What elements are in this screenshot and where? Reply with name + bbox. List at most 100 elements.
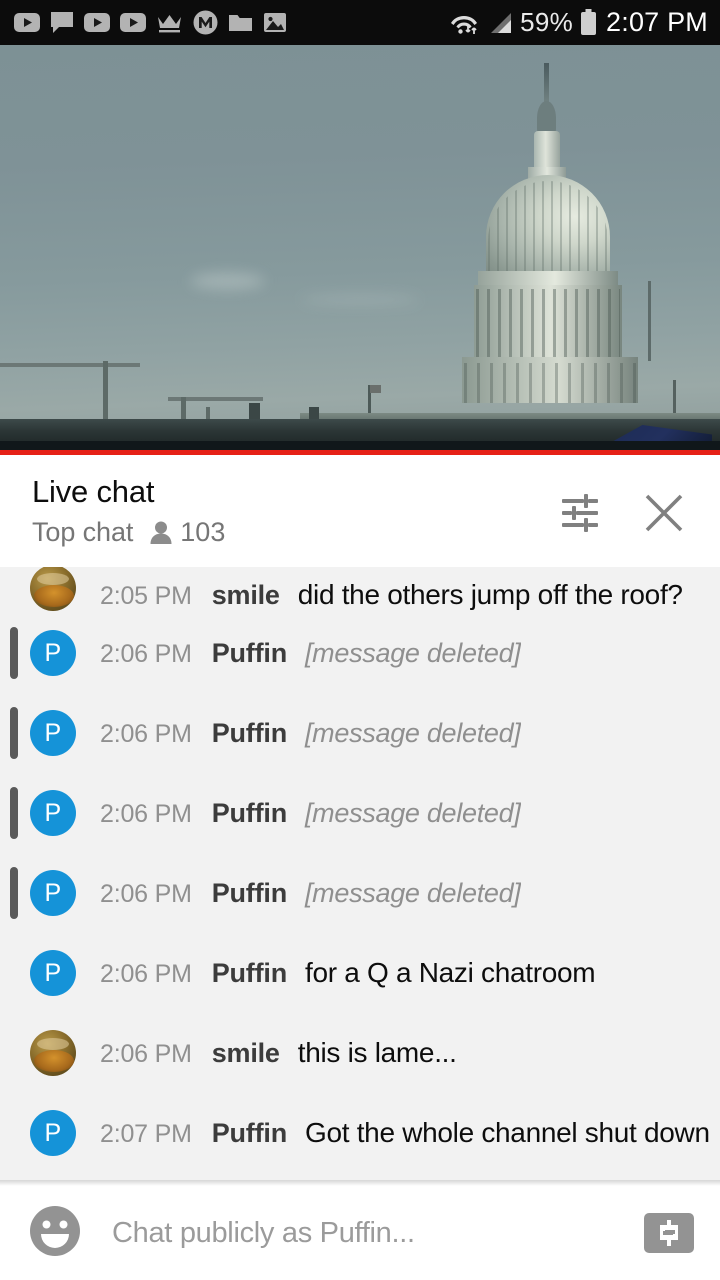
person-icon: [150, 521, 172, 544]
chat-message-body: 2:05 PM smile did the others jump off th…: [100, 579, 683, 611]
chat-message-body: 2:06 PM Puffin [message deleted]: [100, 798, 521, 829]
chat-message-body: 2:06 PM Puffin [message deleted]: [100, 638, 521, 669]
viewer-count: 103: [180, 517, 226, 547]
message-author[interactable]: smile: [212, 1038, 280, 1069]
chat-message-row[interactable]: P 2:06 PM Puffin [message deleted]: [0, 613, 720, 693]
superchat-button[interactable]: [644, 1213, 694, 1253]
avatar-letter: P: [44, 958, 62, 987]
deleted-message-indicator: [10, 707, 18, 759]
message-timestamp: 2:05 PM: [100, 582, 192, 610]
live-chat-subtitle-row: Top chat 103: [32, 517, 225, 548]
chat-message-row[interactable]: P 2:06 PM Puffin [message deleted]: [0, 853, 720, 933]
battery-percent: 59%: [520, 7, 574, 37]
avatar[interactable]: P: [30, 870, 76, 916]
avatar-letter: P: [44, 798, 62, 827]
video-bottom-shade: [0, 441, 720, 450]
message-timestamp: 2:06 PM: [100, 719, 192, 748]
avatar-letter: P: [44, 718, 62, 747]
capitol-columns: [476, 289, 620, 359]
youtube-play-icon: [84, 13, 110, 32]
cloud: [300, 295, 420, 304]
avatar[interactable]: [30, 567, 76, 611]
status-clock: 2:07 PM: [606, 7, 708, 37]
deleted-message-indicator: [10, 627, 18, 679]
status-bar-notification-icons: [14, 10, 287, 35]
cloud: [190, 273, 265, 289]
status-bar: 59% 2:07 PM: [0, 0, 720, 45]
youtube-play-icon: [120, 13, 146, 32]
capitol-lantern: [534, 131, 560, 171]
message-author[interactable]: Puffin: [212, 1118, 287, 1149]
message-timestamp: 2:06 PM: [100, 799, 192, 828]
wifi-data-icon: [451, 15, 478, 34]
avatar[interactable]: P: [30, 790, 76, 836]
capitol-flagpole: [648, 281, 651, 361]
chat-message-row[interactable]: P 2:06 PM Puffin [message deleted]: [0, 773, 720, 853]
chat-message-row[interactable]: 2:05 PM smile did the others jump off th…: [0, 567, 720, 613]
chat-message-row[interactable]: P 2:06 PM Puffin [message deleted]: [0, 693, 720, 773]
message-timestamp: 2:06 PM: [100, 879, 192, 908]
message-text: did the others jump off the roof?: [297, 579, 683, 610]
message-author[interactable]: Puffin: [212, 798, 287, 829]
message-author[interactable]: Puffin: [212, 638, 287, 669]
chat-message-body: 2:07 PM Puffin Got the whole channel shu…: [100, 1117, 710, 1149]
live-chat-header-text: Live chat Top chat 103: [0, 455, 225, 548]
message-timestamp: 2:06 PM: [100, 960, 192, 988]
deleted-message-indicator: [10, 787, 18, 839]
statue-of-freedom: [537, 101, 556, 135]
status-bar-system-icons: 59% 2:07 PM: [449, 7, 708, 38]
avatar-letter: P: [44, 1118, 62, 1147]
chat-message-list[interactable]: 2:05 PM smile did the others jump off th…: [0, 567, 720, 1180]
construction-crane: [0, 363, 140, 367]
battery-icon: [581, 9, 597, 35]
message-author[interactable]: Puffin: [212, 878, 287, 909]
message-text: for a Q a Nazi chatroom: [304, 957, 596, 988]
chat-message-row[interactable]: P 2:06 PM Puffin for a Q a Nazi chatroom: [0, 933, 720, 1013]
video-player[interactable]: [0, 45, 720, 450]
deleted-message-indicator: [10, 867, 18, 919]
flag: [370, 385, 381, 393]
chat-mode-label[interactable]: Top chat: [32, 517, 133, 548]
message-text: [message deleted]: [304, 877, 521, 908]
chat-input-placeholder[interactable]: Chat publicly as Puffin...: [112, 1217, 644, 1250]
message-timestamp: 2:06 PM: [100, 1040, 192, 1068]
chat-message-body: 2:06 PM Puffin [message deleted]: [100, 878, 521, 909]
message-text: [message deleted]: [304, 717, 521, 748]
avatar-letter: P: [44, 638, 62, 667]
message-timestamp: 2:07 PM: [100, 1120, 192, 1148]
avatar[interactable]: P: [30, 710, 76, 756]
live-chat-header-actions: [560, 455, 720, 533]
image-icon: [264, 13, 286, 32]
message-timestamp: 2:06 PM: [100, 639, 192, 668]
chat-message-body: 2:06 PM smile this is lame...: [100, 1037, 457, 1069]
dollar-sign-icon: [660, 1220, 678, 1246]
chat-message-row[interactable]: 2:06 PM smile this is lame...: [0, 1013, 720, 1093]
avatar[interactable]: P: [30, 1110, 76, 1156]
crown-icon: [158, 15, 181, 33]
message-text: this is lame...: [297, 1037, 457, 1068]
avatar-letter: P: [44, 878, 62, 907]
message-author[interactable]: Puffin: [212, 718, 287, 749]
emoji-button[interactable]: [28, 1204, 82, 1263]
emoji-smiley-icon: [30, 1205, 80, 1256]
avatar[interactable]: [30, 1030, 76, 1076]
chat-settings-button[interactable]: [560, 494, 600, 532]
capitol-base-columns: [464, 363, 636, 403]
avatar[interactable]: P: [30, 630, 76, 676]
cell-signal-icon: [491, 12, 512, 33]
viewer-count-group: 103: [149, 517, 225, 548]
message-author[interactable]: Puffin: [212, 958, 287, 989]
chat-message-row[interactable]: P 2:07 PM Puffin Got the whole channel s…: [0, 1093, 720, 1173]
close-chat-button[interactable]: [644, 493, 684, 533]
chat-bubble-icon: [51, 12, 73, 33]
page-title: Live chat: [32, 474, 155, 509]
chat-message-body: 2:06 PM Puffin [message deleted]: [100, 718, 521, 749]
live-chat-header: Live chat Top chat 103: [0, 455, 720, 567]
message-author[interactable]: smile: [212, 580, 280, 611]
message-text: Got the whole channel shut down: [304, 1117, 710, 1148]
close-icon: [645, 494, 683, 532]
avatar[interactable]: P: [30, 950, 76, 996]
folder-icon: [229, 15, 252, 31]
tune-icon: [562, 494, 598, 532]
message-text: [message deleted]: [304, 797, 521, 828]
